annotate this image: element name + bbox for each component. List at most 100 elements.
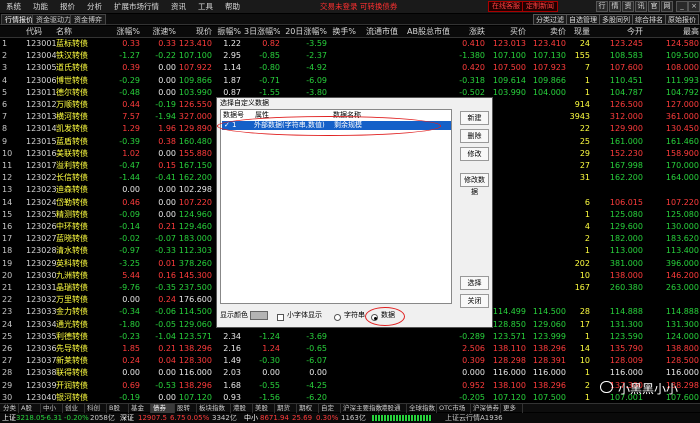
column-header-15[interactable]: 现量 [566,26,590,38]
market-tab-1[interactable]: A股 [19,404,41,413]
cell-16: 135.790 [609,344,643,353]
online-service-button[interactable]: 在线客服 [488,1,524,12]
cell-17: 130.450 [665,124,699,134]
market-tab-16[interactable]: 港股通 [379,404,407,413]
column-header-7[interactable]: 3日涨幅% [244,26,280,38]
menu-tools[interactable]: 工具 [192,1,219,12]
cell-17: 116.000 [665,368,699,378]
menu-quote[interactable]: 报价 [54,1,81,12]
table-row[interactable]: 4 123006 博世转债 -0.29 0.00 109.866 1.87 -0.71 -6.0… [0,75,700,87]
info-button[interactable]: 资 [622,1,634,12]
market-tab-2[interactable]: 中小 [41,404,63,413]
column-header-12[interactable]: 涨跌 [455,26,485,38]
cell-2: 万里转债 [56,295,88,305]
column-header-8[interactable]: 20日涨幅% [283,26,327,38]
market-tab-12[interactable]: 期货 [275,404,297,413]
column-header-5[interactable]: 现价 [178,26,212,38]
market-tab-19[interactable]: 沪深债券 [471,404,501,413]
close-icon[interactable]: × [688,1,700,12]
market-tab-18[interactable]: OTC市场 [437,404,471,413]
table-row[interactable]: 2 123004 铁汉转债 -1.27 -0.22 107.100 2.95 -0.85 -2.… [0,50,700,62]
tab-watchlist-manage[interactable]: 自选管理 [566,14,600,25]
small-font-checkbox[interactable] [277,314,284,321]
menu-info[interactable]: 资讯 [165,1,192,12]
custom-news-button[interactable]: 定制新闻 [522,1,558,12]
cell-7: -1.56 [259,392,280,402]
new-button[interactable]: 新建 [460,111,489,125]
cell-5: 126.550 [178,100,212,109]
table-row[interactable]: 26 123036 先导转债 1.85 0.21 138.296 2.16 1.24 -0.65… [0,343,700,355]
official-button[interactable]: 官 [648,1,660,12]
tab-category-filter[interactable]: 分类过滤 [533,14,567,25]
cell-2: 凯发转债 [56,124,88,134]
market-tab-9[interactable]: 板块指数 [197,404,231,413]
market-tab-0[interactable]: 分类 [1,404,19,413]
column-header-4[interactable]: 涨速% [142,26,176,38]
market-tab-7[interactable]: 债券 [151,404,175,413]
market-tab-10[interactable]: 港股 [231,404,253,413]
column-header-10[interactable]: 流通市值 [352,26,398,38]
string-radio[interactable] [334,314,341,321]
column-header-11[interactable]: AB股总市值 [400,26,450,38]
tab-ranking[interactable]: 综合排名 [632,14,666,25]
column-header-17[interactable]: 最高 [645,26,699,38]
table-row[interactable]: 27 123037 新莱转债 0.24 0.04 128.300 1.49 -0.30 -6.0… [0,355,700,367]
column-header-13[interactable]: 买价 [488,26,526,38]
market-tab-8[interactable]: 股转 [175,404,197,413]
table-row[interactable]: 3 123005 道氏转债 0.39 0.00 107.922 1.14 -0.80 -4.92… [0,62,700,74]
website-button[interactable]: 网 [661,1,673,12]
market-tab-4[interactable]: 科创 [85,404,107,413]
table-row[interactable]: 1 123001 蓝标转债 0.33 0.33 123.410 1.22 0.82 -3.59 0… [0,38,700,50]
market2-button[interactable]: 情 [609,1,621,12]
delete-button[interactable]: 删除 [460,129,489,143]
table-row[interactable]: 25 123035 利德转债 -0.23 -1.04 123.571 2.34 -1.24 -3… [0,331,700,343]
cell-14: 116.000 [532,368,566,378]
table-row[interactable]: 28 123038 联得转债 0.00 0.00 116.000 2.03 0.00 0.00 0… [0,367,700,379]
cell-3: 0.39 [122,63,140,73]
cell-13: 116.000 [492,368,526,378]
menu-help[interactable]: 帮助 [219,1,246,12]
menu-analysis[interactable]: 分析 [81,1,108,12]
edit-data-button[interactable]: 修改数据 [460,173,489,196]
column-header-3[interactable]: 涨幅% [112,26,140,38]
tab-multi-stock[interactable]: 多股同列 [599,14,633,25]
market-tab-20[interactable]: 更多 [501,404,523,413]
server-info[interactable]: 上证云行情A1936 [445,413,503,423]
market-tab-14[interactable]: 自定 [319,404,341,413]
cell-15: 167 [574,283,590,292]
cell-2: 蓝标转债 [56,39,88,48]
column-header-16[interactable]: 今开 [593,26,643,38]
menu-function[interactable]: 功能 [27,1,54,12]
column-header-2[interactable]: 名称 [56,26,106,38]
tab-fund-drive[interactable]: 资金驱动力 [32,14,75,25]
cell-1: 123005 [26,63,56,73]
cell-15: 155 [574,51,590,61]
cell-3: -0.23 [119,331,140,341]
cell-2: 银河转债 [56,392,88,402]
column-header-6[interactable]: 振幅% [213,26,241,38]
market-button[interactable]: 行 [596,1,608,12]
market-tab-15[interactable]: 沪深主要指数 [341,404,382,413]
cell-3: -0.39 [119,136,140,146]
info2-button[interactable]: 讯 [635,1,647,12]
cell-15: 1 [584,331,590,341]
market-tab-6[interactable]: 基金 [129,404,151,413]
table-row[interactable]: 29 123039 开润转债 0.69 -0.53 138.296 1.68 -0.55 -4.… [0,380,700,392]
menu-system[interactable]: 系统 [0,1,27,12]
tab-raw-quote[interactable]: 原始报价 [665,14,699,25]
cell-5: 107.120 [178,392,212,402]
select-button[interactable]: 选择 [460,276,489,290]
market-tab-13[interactable]: 期权 [297,404,319,413]
column-header-1[interactable]: 代码 [26,26,56,38]
market-tab-5[interactable]: B股 [107,404,129,413]
close-button[interactable]: 关闭 [460,294,489,308]
tab-fund-game[interactable]: 资金博弈 [70,14,106,25]
minimize-icon[interactable]: _ [676,1,688,12]
column-header-14[interactable]: 卖价 [530,26,566,38]
color-swatch[interactable] [250,311,268,320]
market-tab-11[interactable]: 美股 [253,404,275,413]
menu-extended-market[interactable]: 扩展市场行情 [108,1,165,12]
edit-button[interactable]: 修改 [460,147,489,161]
market-tab-3[interactable]: 创业 [63,404,85,413]
market-tab-17[interactable]: 全球指数 [407,404,437,413]
